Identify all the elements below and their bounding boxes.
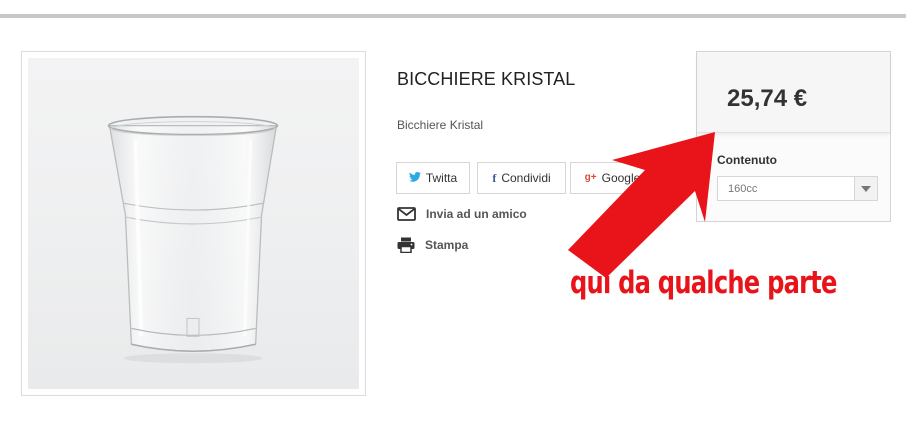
facebook-share-label: Condividi [501, 171, 551, 185]
print-link[interactable]: Stampa [397, 237, 468, 253]
product-price: 25,74 € [727, 85, 808, 112]
send-to-friend-link[interactable]: Invia ad un amico [397, 207, 527, 221]
attribute-select[interactable]: 160cc [717, 176, 878, 201]
send-to-friend-label: Invia ad un amico [426, 207, 527, 221]
price-box: 25,74 € Contenuto 160cc [696, 51, 891, 222]
top-divider [0, 14, 906, 18]
printer-icon [397, 237, 415, 253]
attribute-selected-value: 160cc [728, 183, 758, 195]
twitter-icon [408, 172, 421, 184]
annotation-text: qui da qualche parte [570, 265, 837, 301]
plastic-cup-icon [107, 115, 279, 364]
attribute-label: Contenuto [717, 153, 777, 167]
price-header: 25,74 € [697, 52, 890, 133]
twitter-share-button[interactable]: Twitta [396, 162, 470, 194]
google-plus-icon: g+ [584, 172, 597, 183]
google-plus-share-button[interactable]: g+ Google+ [570, 162, 662, 194]
print-label: Stampa [425, 238, 469, 252]
chevron-down-icon[interactable] [854, 177, 877, 200]
envelope-icon [397, 207, 416, 221]
product-image-frame[interactable] [21, 51, 366, 396]
facebook-share-button[interactable]: f Condividi [477, 162, 566, 194]
product-title: BICCHIERE KRISTAL [397, 69, 576, 89]
twitter-share-label: Twitta [425, 171, 458, 185]
facebook-icon: f [492, 171, 497, 185]
product-image[interactable] [28, 58, 359, 389]
google-plus-share-label: Google+ [601, 171, 648, 185]
product-short-description: Bicchiere Kristal [397, 118, 484, 132]
